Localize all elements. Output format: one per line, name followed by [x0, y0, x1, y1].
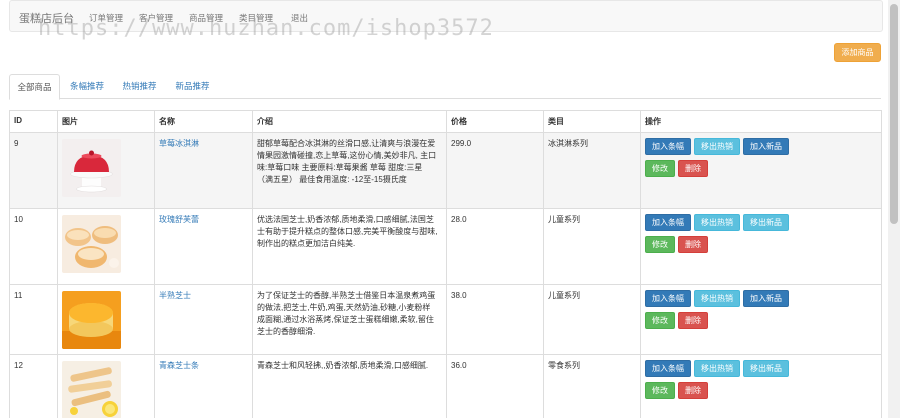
top-navbar: 蛋糕店后台 订单管理 客户管理 商品管理 类目管理 退出: [9, 0, 883, 32]
cell-name[interactable]: 青森芝士条: [154, 354, 253, 418]
page-scrollbar[interactable]: [888, 0, 900, 418]
header-image: 图片: [57, 110, 155, 133]
nav-categories[interactable]: 类目管理: [239, 12, 273, 24]
header-name: 名称: [154, 110, 253, 133]
nav-customers[interactable]: 客户管理: [139, 12, 173, 24]
remove-hot-button[interactable]: 移出热销: [694, 360, 740, 377]
cell-category: 零食系列: [543, 354, 641, 418]
cell-actions: 加入条幅 移出热销 加入新品 修改 删除: [640, 132, 882, 209]
nav-orders[interactable]: 订单管理: [89, 12, 123, 24]
cell-description: 甜郁草莓配合冰淇淋的丝滑口感,让清爽与浪漫在爱情果园激情碰撞,恋上草莓,这份心情…: [252, 132, 447, 209]
product-image-red-mousse-cake: [62, 139, 121, 197]
remove-hot-button[interactable]: 移出热销: [694, 290, 740, 307]
cell-actions: 加入条幅 移出热销 移出新品 修改 删除: [640, 354, 882, 418]
product-image-souffle-cakes: [62, 215, 121, 273]
cell-actions: 加入条幅 移出热销 加入新品 修改 删除: [640, 284, 882, 355]
add-new-button[interactable]: 加入新品: [743, 290, 789, 307]
header-price: 价格: [446, 110, 544, 133]
delete-button[interactable]: 删除: [678, 312, 708, 329]
cell-name[interactable]: 玫瑰舒芙蕾: [154, 208, 253, 285]
add-product-button[interactable]: 添加商品: [834, 43, 881, 62]
add-banner-button[interactable]: 加入条幅: [645, 214, 691, 231]
table-row: 11 半熟芝士 为了保证芝士的香醇,半熟芝士借鉴日本温泉煮鸡蛋的做法,把芝士,牛…: [9, 284, 882, 355]
tab-banner[interactable]: 条幅推荐: [61, 74, 113, 99]
brand-title[interactable]: 蛋糕店后台: [19, 10, 74, 26]
product-tabs: 全部商品 条幅推荐 热销推荐 新品推荐: [9, 74, 881, 100]
header-id: ID: [9, 110, 58, 133]
cell-category: 儿童系列: [543, 208, 641, 285]
cell-id: 12: [9, 354, 58, 418]
cell-description: 优选法国芝士,奶香浓郁,质地柔滑,口感细腻,法国芝士有助于提升糕点的整体口感,完…: [252, 208, 447, 285]
cell-image: [57, 354, 155, 418]
add-banner-button[interactable]: 加入条幅: [645, 360, 691, 377]
nav-logout[interactable]: 退出: [291, 12, 308, 24]
remove-new-button[interactable]: 移出新品: [743, 214, 789, 231]
cell-price: 38.0: [446, 284, 544, 355]
cell-image: [57, 132, 155, 209]
scrollbar-thumb[interactable]: [890, 4, 898, 224]
add-new-button[interactable]: 加入新品: [743, 138, 789, 155]
delete-button[interactable]: 删除: [678, 236, 708, 253]
remove-new-button[interactable]: 移出新品: [743, 360, 789, 377]
nav-products[interactable]: 商品管理: [189, 12, 223, 24]
header-description: 介绍: [252, 110, 447, 133]
cell-category: 儿童系列: [543, 284, 641, 355]
remove-hot-button[interactable]: 移出热销: [694, 214, 740, 231]
cell-price: 299.0: [446, 132, 544, 209]
edit-button[interactable]: 修改: [645, 312, 675, 329]
cell-id: 10: [9, 208, 58, 285]
edit-button[interactable]: 修改: [645, 382, 675, 399]
cell-name[interactable]: 草莓冰淇淋: [154, 132, 253, 209]
add-banner-button[interactable]: 加入条幅: [645, 290, 691, 307]
add-banner-button[interactable]: 加入条幅: [645, 138, 691, 155]
edit-button[interactable]: 修改: [645, 160, 675, 177]
product-image-cheese-sticks: [62, 361, 121, 418]
tab-hot[interactable]: 热销推荐: [113, 74, 166, 99]
cell-description: 青森芝士和风轻拂,,奶香浓郁,质地柔滑,口感细腻.: [252, 354, 447, 418]
cell-id: 9: [9, 132, 58, 209]
table-header-row: ID 图片 名称 介绍 价格 类目 操作: [9, 110, 882, 133]
cell-actions: 加入条幅 移出热销 移出新品 修改 删除: [640, 208, 882, 285]
table-row: 12 青森芝士条 青森芝士和风轻拂,,奶香浓郁,质地柔滑,口感细腻. 36.0 …: [9, 354, 882, 418]
delete-button[interactable]: 删除: [678, 382, 708, 399]
tab-new[interactable]: 新品推荐: [166, 74, 219, 99]
cell-price: 36.0: [446, 354, 544, 418]
header-actions: 操作: [640, 110, 882, 133]
table-row: 9 草莓冰淇淋 甜郁草莓配合冰淇淋的丝滑口感,让清爽与浪漫在爱情果园激情碰撞,恋…: [9, 132, 882, 209]
cell-image: [57, 208, 155, 285]
product-table: ID 图片 名称 介绍 价格 类目 操作 9 草莓冰淇淋 甜郁草莓配合冰淇淋的丝…: [9, 110, 882, 418]
cell-description: 为了保证芝士的香醇,半熟芝士借鉴日本温泉煮鸡蛋的做法,把芝士,牛奶,鸡蛋,天然奶…: [252, 284, 447, 355]
remove-hot-button[interactable]: 移出热销: [694, 138, 740, 155]
edit-button[interactable]: 修改: [645, 236, 675, 253]
delete-button[interactable]: 删除: [678, 160, 708, 177]
product-image-half-cooked-cheese: [62, 291, 121, 349]
cell-category: 冰淇淋系列: [543, 132, 641, 209]
table-row: 10 玫瑰舒芙蕾 优选法国芝士,奶香浓郁,质地柔滑,口感细腻,法国芝士有助于提升…: [9, 208, 882, 285]
cell-price: 28.0: [446, 208, 544, 285]
cell-name[interactable]: 半熟芝士: [154, 284, 253, 355]
cell-image: [57, 284, 155, 355]
cell-id: 11: [9, 284, 58, 355]
tab-all-products[interactable]: 全部商品: [9, 74, 60, 100]
header-category: 类目: [543, 110, 641, 133]
